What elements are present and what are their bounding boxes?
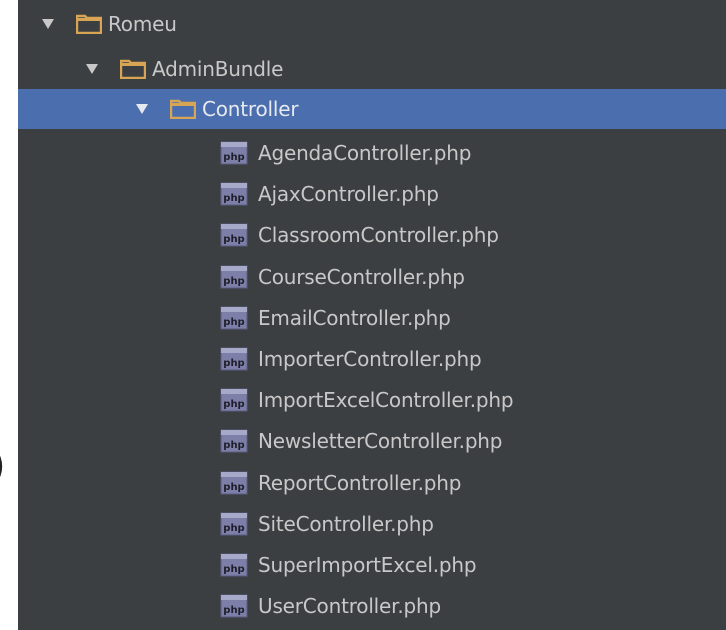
php-file-icon: php xyxy=(220,347,248,371)
php-file-icon: php xyxy=(220,141,248,165)
svg-text:php: php xyxy=(223,358,244,369)
php-file-icon: php xyxy=(220,512,248,536)
php-file-icon: php xyxy=(220,471,248,495)
stray-paren-text: ) xyxy=(0,446,6,486)
tree-item-label: ReportController.php xyxy=(258,471,462,495)
php-file-icon: php xyxy=(220,306,248,330)
tree-item-label: AdminBundle xyxy=(152,57,284,81)
tree-item-label: SuperImportExcel.php xyxy=(258,553,477,577)
expand-arrow-icon[interactable] xyxy=(38,16,58,32)
tree-file-superimportexcel[interactable]: php SuperImportExcel.php xyxy=(18,545,726,585)
svg-text:php: php xyxy=(223,605,244,616)
tree-file-sitecontroller[interactable]: php SiteController.php xyxy=(18,504,726,544)
svg-text:php: php xyxy=(223,234,244,245)
svg-text:php: php xyxy=(223,276,244,287)
tree-file-classroomcontroller[interactable]: php ClassroomController.php xyxy=(18,215,726,255)
tree-folder-controller[interactable]: Controller xyxy=(18,89,726,129)
tree-file-importercontroller[interactable]: php ImporterController.php xyxy=(18,339,726,379)
tree-item-label: AgendaController.php xyxy=(258,141,472,165)
tree-file-ajaxcontroller[interactable]: php AjaxController.php xyxy=(18,174,726,214)
php-file-icon: php xyxy=(220,182,248,206)
tree-item-label: EmailController.php xyxy=(258,306,451,330)
php-file-icon: php xyxy=(220,553,248,577)
svg-text:php: php xyxy=(223,317,244,328)
tree-item-label: Controller xyxy=(202,97,299,121)
folder-icon xyxy=(120,59,146,79)
php-file-icon: php xyxy=(220,223,248,247)
svg-text:php: php xyxy=(223,564,244,575)
tree-item-label: Romeu xyxy=(108,12,177,36)
svg-text:php: php xyxy=(223,482,244,493)
tree-file-importexcelcontroller[interactable]: php ImportExcelController.php xyxy=(18,380,726,420)
folder-icon xyxy=(76,14,102,34)
svg-text:php: php xyxy=(223,193,244,204)
folder-icon xyxy=(170,99,196,119)
svg-text:php: php xyxy=(223,523,244,534)
tree-item-label: CourseController.php xyxy=(258,265,465,289)
php-file-icon: php xyxy=(220,265,248,289)
tree-file-newslettercontroller[interactable]: php NewsletterController.php xyxy=(18,421,726,461)
tree-folder-adminbundle[interactable]: AdminBundle xyxy=(18,49,726,89)
tree-file-emailcontroller[interactable]: php EmailController.php xyxy=(18,298,726,338)
tree-item-label: ImportExcelController.php xyxy=(258,388,514,412)
tree-folder-romeu[interactable]: Romeu xyxy=(18,4,726,44)
php-file-icon: php xyxy=(220,594,248,618)
tree-file-coursecontroller[interactable]: php CourseController.php xyxy=(18,257,726,297)
php-file-icon: php xyxy=(220,388,248,412)
svg-text:php: php xyxy=(223,152,244,163)
expand-arrow-icon[interactable] xyxy=(82,61,102,77)
php-file-icon: php xyxy=(220,429,248,453)
tree-item-label: ImporterController.php xyxy=(258,347,482,371)
tree-item-label: AjaxController.php xyxy=(258,182,439,206)
expand-arrow-icon[interactable] xyxy=(132,101,152,117)
tree-file-agendacontroller[interactable]: php AgendaController.php xyxy=(18,133,726,173)
tree-item-label: SiteController.php xyxy=(258,512,434,536)
project-tree-panel: Romeu AdminBundle Controller php AgendaC… xyxy=(18,0,726,630)
tree-item-label: UserController.php xyxy=(258,594,441,618)
screenshot-canvas: ) Romeu AdminBundle xyxy=(0,0,726,630)
tree-file-usercontroller[interactable]: php UserController.php xyxy=(18,586,726,626)
svg-text:php: php xyxy=(223,440,244,451)
svg-text:php: php xyxy=(223,399,244,410)
tree-item-label: NewsletterController.php xyxy=(258,429,503,453)
tree-item-label: ClassroomController.php xyxy=(258,223,499,247)
tree-file-reportcontroller[interactable]: php ReportController.php xyxy=(18,463,726,503)
